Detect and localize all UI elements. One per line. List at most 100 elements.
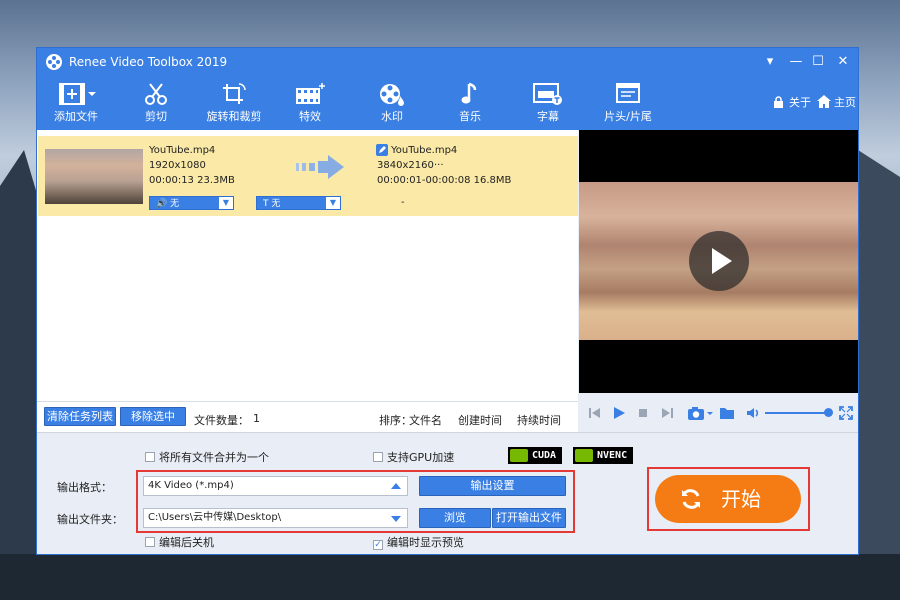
- toolbar-effects[interactable]: 特效: [271, 80, 349, 128]
- home-icon[interactable]: [817, 95, 831, 108]
- open-output-folder-button[interactable]: 打开输出文件: [492, 508, 566, 528]
- scissors-icon: [145, 83, 167, 105]
- file-count-value: 1: [253, 412, 260, 425]
- output-duration-size: 00:00:01-00:00:08 16.8MB: [377, 175, 512, 186]
- source-duration-size: 00:00:13 23.3MB: [149, 175, 235, 186]
- output-dash: -: [401, 197, 405, 208]
- toolbar-music[interactable]: 音乐: [431, 80, 509, 128]
- shutdown-box[interactable]: [145, 537, 155, 547]
- merge-files-box[interactable]: [145, 452, 155, 462]
- add-file-icon: [59, 83, 96, 105]
- toolbar-intro-outro[interactable]: 片头/片尾: [589, 80, 667, 128]
- nvidia-logo-icon: [575, 449, 593, 462]
- edit-output-icon[interactable]: [376, 144, 388, 156]
- speaker-icon: 🔊: [156, 199, 171, 209]
- skip-forward-icon[interactable]: [659, 405, 675, 421]
- lock-icon[interactable]: [773, 96, 784, 108]
- app-logo-icon: [46, 54, 62, 70]
- merge-files-label: 将所有文件合并为一个: [159, 451, 269, 464]
- about-label[interactable]: 关于: [789, 94, 811, 110]
- chevron-down-icon: ▼: [326, 197, 340, 209]
- toolbar-watermark[interactable]: 水印: [353, 80, 431, 128]
- sort-label: 排序：: [379, 414, 412, 427]
- merge-files-checkbox[interactable]: 将所有文件合并为一个: [145, 449, 269, 465]
- play-overlay-icon[interactable]: [689, 231, 749, 291]
- output-resolution: 3840x2160: [377, 160, 434, 171]
- gpu-accel-label: 支持GPU加速: [387, 451, 455, 464]
- output-settings-button[interactable]: 输出设置: [419, 476, 566, 496]
- subtitle-track-select[interactable]: T 无 ▼: [256, 196, 341, 210]
- video-preview[interactable]: [579, 130, 858, 393]
- cuda-badge: CUDA: [508, 447, 563, 464]
- sort-by-created[interactable]: 创建时间: [458, 412, 502, 428]
- toolbar-subtitle[interactable]: 字幕: [509, 80, 587, 128]
- toolbar-effects-label: 特效: [299, 110, 321, 123]
- volume-icon[interactable]: [745, 405, 761, 421]
- player-controls: [579, 393, 858, 432]
- subtitle-icon: [533, 83, 562, 105]
- toolbar-add-file[interactable]: 添加文件: [37, 80, 115, 128]
- volume-slider-track[interactable]: [765, 412, 827, 414]
- folder-icon[interactable]: [719, 405, 735, 421]
- refresh-icon: [682, 489, 700, 509]
- subtitle-track-value: 无: [271, 199, 281, 209]
- skip-back-icon[interactable]: [587, 405, 603, 421]
- output-extra: ···: [434, 160, 444, 171]
- close-icon[interactable]: ✕: [832, 52, 854, 72]
- sort-by-duration[interactable]: 持续时间: [517, 412, 561, 428]
- app-title: Renee Video Toolbox 2019: [69, 55, 228, 69]
- output-format-label: 输出格式：: [57, 481, 112, 494]
- toolbar-watermark-label: 水印: [381, 110, 403, 123]
- toolbar-cut[interactable]: 剪切: [117, 80, 195, 128]
- show-preview-checkbox[interactable]: ✓ 编辑时显示预览: [373, 534, 464, 550]
- toolbar-crop-rotate[interactable]: 旋转和裁剪: [195, 80, 273, 128]
- camera-snapshot-icon[interactable]: [687, 405, 715, 421]
- chevron-up-icon: [391, 483, 401, 489]
- output-format-value: 4K Video (*.mp4): [148, 480, 234, 491]
- file-count-label: 文件数量：: [194, 414, 249, 427]
- start-label: 开始: [721, 487, 761, 511]
- source-resolution: 1920x1080: [149, 160, 206, 171]
- toolbar-subtitle-label: 字幕: [537, 110, 559, 123]
- window-menu-icon[interactable]: ▾: [759, 52, 781, 72]
- shutdown-checkbox[interactable]: 编辑后关机: [145, 534, 214, 550]
- stop-icon[interactable]: [635, 405, 651, 421]
- browse-button[interactable]: 浏览: [419, 508, 491, 528]
- show-preview-box[interactable]: ✓: [373, 540, 383, 550]
- nvenc-label: NVENC: [597, 450, 628, 461]
- nvenc-badge: NVENC: [573, 447, 634, 464]
- file-list-footer: 清除任务列表 移除选中 文件数量： 1 排序： 文件名 创建时间 持续时间: [37, 401, 578, 432]
- clear-task-list-button[interactable]: 清除任务列表: [44, 407, 116, 426]
- background-mountain-left: [0, 150, 40, 600]
- start-button[interactable]: 开始: [655, 475, 801, 523]
- play-icon[interactable]: [611, 405, 627, 421]
- output-folder-select[interactable]: C:\Users\云中传媒\Desktop\: [143, 508, 408, 528]
- chevron-down-icon: [391, 516, 401, 522]
- maximize-icon[interactable]: ☐: [807, 52, 829, 72]
- sort-by-name[interactable]: 文件名: [409, 412, 442, 428]
- film-effect-icon: [296, 83, 325, 104]
- toolbar-add-file-label: 添加文件: [54, 110, 98, 123]
- remove-selected-button[interactable]: 移除选中: [120, 407, 186, 426]
- output-folder-label: 输出文件夹：: [57, 513, 123, 526]
- crop-rotate-icon: [223, 83, 246, 104]
- file-list-item[interactable]: YouTube.mp4 1920x1080 00:00:13 23.3MB Yo…: [38, 136, 578, 216]
- toolbar-music-label: 音乐: [459, 110, 481, 123]
- home-label[interactable]: 主页: [834, 94, 856, 110]
- output-format-select[interactable]: 4K Video (*.mp4): [143, 476, 408, 496]
- audio-track-select[interactable]: 🔊 无 ▼: [149, 196, 234, 210]
- toolbar-intro-outro-label: 片头/片尾: [604, 110, 652, 123]
- file-list-panel: YouTube.mp4 1920x1080 00:00:13 23.3MB Yo…: [37, 130, 578, 401]
- gpu-accel-box[interactable]: [373, 452, 383, 462]
- background-mountain-right: [858, 150, 900, 600]
- audio-track-value: 无: [170, 199, 180, 209]
- fullscreen-icon[interactable]: [838, 405, 854, 421]
- watermark-reel-icon: [380, 84, 404, 106]
- minimize-icon[interactable]: —: [785, 52, 807, 72]
- show-preview-label: 编辑时显示预览: [387, 536, 464, 549]
- gpu-accel-checkbox[interactable]: 支持GPU加速: [373, 449, 454, 465]
- volume-slider-knob[interactable]: [824, 408, 833, 417]
- background-shore: [0, 554, 900, 600]
- nvidia-logo-icon: [510, 449, 528, 462]
- shutdown-label: 编辑后关机: [159, 536, 214, 549]
